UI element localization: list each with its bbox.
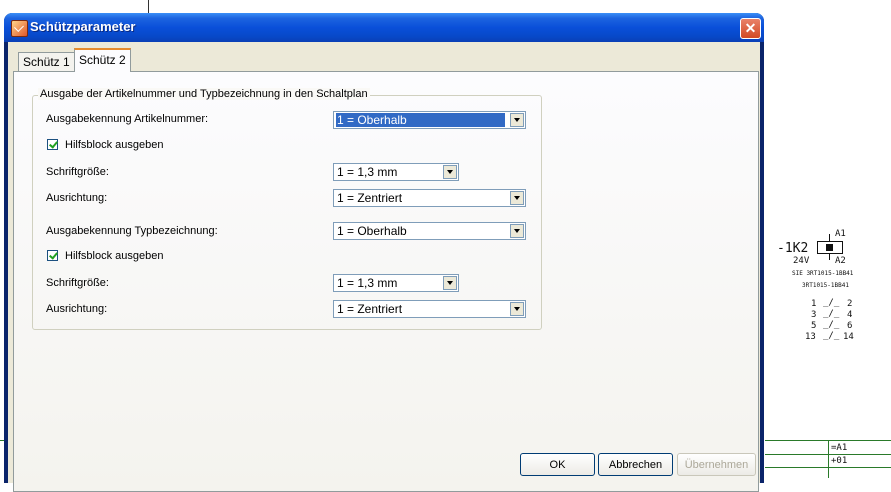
type-font-size-select[interactable]: 1 = 1,3 mm	[333, 274, 459, 292]
app-icon	[11, 20, 28, 37]
article-alignment-value: 1 = Zentriert	[337, 191, 403, 205]
dialog-client-area: Schütz 1 Schütz 2 Ausgabe der Artikelnum…	[8, 42, 760, 492]
chevron-down-icon[interactable]	[510, 224, 524, 238]
type-font-size-value: 1 = 1,3 mm	[337, 276, 398, 290]
article-aux-block-label[interactable]: Hilfsblock ausgeben	[65, 139, 163, 151]
contact-3-left: 5	[811, 321, 817, 331]
type-alignment-value: 1 = Zentriert	[337, 302, 403, 316]
output-group-box: Ausgabe der Artikelnummer und Typbezeich…	[32, 88, 542, 330]
chevron-down-icon[interactable]	[443, 165, 457, 179]
article-output-value: 1 = Oberhalb	[336, 113, 505, 127]
article-alignment-label: Ausrichtung:	[46, 192, 108, 204]
title-bar[interactable]: Schützparameter ✕	[4, 13, 764, 42]
coil-voltage: 24V	[793, 256, 810, 266]
article-font-size-value: 1 = 1,3 mm	[337, 165, 398, 179]
cancel-button[interactable]: Abbrechen	[598, 453, 673, 476]
contact-3-symbol: _/_	[823, 320, 840, 330]
contact-2-right: 4	[847, 310, 853, 320]
type-aux-block-label[interactable]: Hilfsblock ausgeben	[65, 250, 163, 262]
title-block-vline	[828, 441, 829, 478]
type-font-size-label: Schriftgröße:	[46, 277, 109, 289]
chevron-down-icon[interactable]	[510, 191, 524, 205]
drawing-title-block: =A1 +01	[765, 440, 891, 478]
article-font-size-label: Schriftgröße:	[46, 166, 109, 178]
type-output-select[interactable]: 1 = Oberhalb	[333, 222, 526, 240]
drawing-line	[148, 0, 149, 13]
article-output-select[interactable]: 1 = Oberhalb	[333, 111, 526, 129]
part-number-line-1: SIE 3RT1015-1BB41	[792, 270, 854, 277]
contactor-symbol: A1 -1K2 24V A2 SIE 3RT1015-1BB41 3RT1015…	[775, 228, 885, 348]
coil-wire-bottom	[829, 253, 830, 260]
type-output-label: Ausgabekennung Typbezeichnung:	[46, 225, 218, 237]
group-legend: Ausgabe der Artikelnummer und Typbezeich…	[38, 88, 370, 100]
title-block-row2: +01	[831, 456, 848, 466]
type-alignment-select[interactable]: 1 = Zentriert	[333, 300, 526, 318]
tab-schuetz-1[interactable]: Schütz 1	[18, 52, 75, 71]
chevron-down-icon[interactable]	[443, 276, 457, 290]
article-output-label: Ausgabekennung Artikelnummer:	[46, 113, 209, 125]
terminal-a1-label: A1	[835, 229, 846, 239]
contact-4-left: 13	[805, 332, 816, 342]
coil-wire-top	[829, 234, 830, 241]
contact-2-left: 3	[811, 310, 817, 320]
type-alignment-label: Ausrichtung:	[46, 303, 108, 315]
type-output-value: 1 = Oberhalb	[337, 224, 407, 238]
device-tag: -1K2	[777, 241, 809, 256]
contact-1-left: 1	[811, 299, 817, 309]
tab-schuetz-2[interactable]: Schütz 2	[74, 48, 131, 72]
terminal-a2-label: A2	[835, 256, 846, 266]
dialog-window: Schützparameter ✕ Schütz 1 Schütz 2 Ausg…	[4, 13, 764, 492]
article-aux-block-checkbox[interactable]	[47, 139, 58, 150]
contact-4-symbol: _/_	[823, 331, 840, 341]
close-button[interactable]: ✕	[740, 18, 761, 39]
article-font-size-select[interactable]: 1 = 1,3 mm	[333, 163, 459, 181]
window-title: Schützparameter	[30, 19, 136, 34]
type-aux-block-checkbox[interactable]	[47, 250, 58, 261]
part-number-line-2: 3RT1015-1BB41	[802, 282, 849, 289]
article-alignment-select[interactable]: 1 = Zentriert	[333, 189, 526, 207]
contact-3-right: 6	[847, 321, 853, 331]
chevron-down-icon[interactable]	[510, 113, 524, 127]
contact-4-right: 14	[843, 332, 854, 342]
contact-1-symbol: _/_	[823, 298, 840, 308]
chevron-down-icon[interactable]	[510, 302, 524, 316]
coil-symbol	[817, 241, 843, 254]
contact-1-right: 2	[847, 299, 853, 309]
title-block-row1: =A1	[831, 443, 848, 453]
contact-2-symbol: _/_	[823, 309, 840, 319]
ok-button[interactable]: OK	[520, 453, 595, 476]
apply-button[interactable]: Übernehmen	[677, 453, 756, 476]
